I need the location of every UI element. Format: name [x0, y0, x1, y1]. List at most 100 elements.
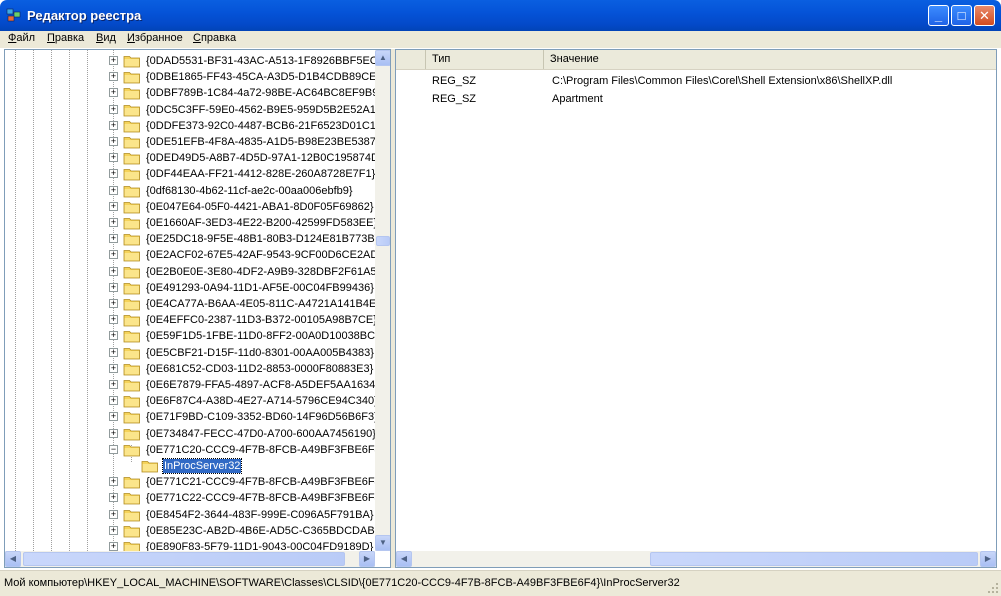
scroll-right-button[interactable]: ▶ [359, 551, 375, 567]
folder-icon [123, 137, 140, 149]
folder-icon [123, 282, 140, 295]
registry-editor-icon [6, 8, 21, 22]
arrow-left-icon: ◀ [400, 554, 408, 563]
close-icon: ✕ [979, 8, 990, 23]
hscroll-thumb[interactable] [650, 552, 978, 566]
expand-icon[interactable]: + [109, 72, 118, 82]
expand-icon[interactable]: + [109, 428, 118, 438]
list-item[interactable]: REG_SZ Apartment [396, 91, 996, 108]
expand-icon[interactable]: + [109, 542, 118, 551]
folder-icon [123, 299, 140, 311]
folder-icon [123, 56, 140, 68]
expand-icon[interactable]: + [109, 88, 118, 98]
tree-vertical-scrollbar[interactable]: ▲ ▼ [375, 50, 390, 551]
expand-icon[interactable]: + [109, 396, 118, 406]
folder-icon [123, 185, 140, 197]
menu-bar: Файл Правка Вид Избранное Справка [0, 31, 1001, 48]
minimize-button[interactable]: _ [928, 5, 949, 26]
folder-icon [123, 363, 140, 376]
tree-pane[interactable]: + {0DAD5531-BF31-43AC-A513-1F8926BBF5EC} +… [4, 49, 391, 568]
tree-node-label: {0E4CA77A-B6AA-4E05-811C-A4721A141B4E} [146, 298, 381, 310]
column-type[interactable]: Тип [426, 50, 544, 69]
arrow-right-icon: ▶ [363, 554, 371, 563]
menu-view[interactable]: Вид [96, 32, 116, 44]
folder-icon [123, 315, 140, 327]
tree-node-label: {0E71F9BD-C109-3352-BD60-14F96D56B6F3} [146, 411, 378, 424]
expand-icon[interactable]: + [109, 282, 118, 292]
tree-node-label: {0E2ACF02-67E5-42AF-9543-9CF00D6CE2AD} [146, 249, 383, 262]
expand-icon[interactable]: + [109, 250, 118, 260]
menu-file[interactable]: Файл [8, 32, 35, 44]
folder-icon [123, 169, 140, 181]
expand-icon[interactable]: + [109, 347, 118, 357]
expand-icon[interactable]: + [109, 509, 118, 519]
tree-node-label: {0DAD5531-BF31-43AC-A513-1F8926BBF5EC} [146, 55, 382, 67]
scroll-left-button[interactable]: ◀ [5, 551, 21, 567]
tree-node-label: {0E771C22-CCC9-4F7B-8FCB-A49BF3FBE6F4} [146, 492, 385, 505]
folder-icon [123, 120, 140, 133]
menu-favorites[interactable]: Избранное [127, 32, 183, 44]
maximize-icon: □ [957, 8, 966, 23]
tree-node-label: {0E59F1D5-1FBE-11D0-8FF2-00A0D10038BC} [146, 330, 379, 343]
folder-icon [123, 104, 140, 116]
maximize-button[interactable]: □ [951, 5, 972, 26]
tree-horizontal-scrollbar[interactable]: ◀ ▶ [5, 551, 375, 567]
tree-node-label: {0E8454F2-3644-483F-999E-C096A5F791BA} [146, 508, 374, 521]
tree-node-label: {0DED49D5-A8B7-4D5D-97A1-12B0C195874D} [146, 152, 383, 165]
expand-icon[interactable]: + [109, 299, 118, 308]
expand-icon[interactable]: + [109, 218, 118, 227]
title-bar[interactable]: Редактор реестра _ □ ✕ [0, 0, 1001, 31]
expand-icon[interactable]: + [109, 137, 118, 146]
expand-icon[interactable]: + [109, 153, 118, 163]
expand-icon[interactable]: + [109, 493, 118, 503]
scroll-up-button[interactable]: ▲ [375, 50, 390, 66]
values-horizontal-scrollbar[interactable]: ◀ ▶ [396, 551, 996, 567]
close-button[interactable]: ✕ [974, 5, 995, 26]
folder-icon [123, 477, 140, 489]
scroll-left-button[interactable]: ◀ [396, 551, 412, 567]
window-title: Редактор реестра [27, 8, 142, 23]
folder-icon [123, 380, 140, 392]
expand-icon[interactable]: + [109, 315, 118, 325]
scroll-right-button[interactable]: ▶ [980, 551, 996, 567]
expand-icon[interactable]: + [109, 56, 118, 65]
tree-node-label: {0DDFE373-92C0-4487-BCB6-21F6523D01C1} [146, 119, 380, 132]
expand-icon[interactable]: + [109, 201, 118, 211]
expand-icon[interactable]: + [109, 185, 118, 195]
column-header: Тип Значение [396, 50, 996, 70]
expand-icon[interactable]: + [109, 412, 118, 422]
expand-icon[interactable]: + [109, 234, 118, 244]
tree-node-label: {0E1660AF-3ED3-4E22-B200-42599FD583EE} [146, 217, 378, 229]
resize-grip-icon[interactable] [987, 582, 999, 594]
scroll-down-button[interactable]: ▼ [375, 535, 390, 551]
column-value[interactable]: Значение [544, 50, 996, 69]
expand-icon[interactable]: + [109, 477, 118, 487]
tree-node-label: {0E2B0E0E-3E80-4DF2-A9B9-328DBF2F61A5} [146, 265, 381, 278]
tree-node-label: InProcServer32 [161, 458, 243, 474]
expand-icon[interactable]: + [109, 266, 118, 276]
folder-icon [123, 428, 140, 440]
expand-icon[interactable]: + [109, 525, 118, 535]
menu-help[interactable]: Справка [193, 32, 236, 44]
tree-node-label: {0E4EFFC0-2387-11D3-B372-00105A98B7CE} [146, 314, 377, 327]
scroll-thumb[interactable] [376, 236, 390, 246]
hscroll-thumb[interactable] [23, 552, 345, 566]
arrow-right-icon: ▶ [984, 554, 992, 563]
list-item[interactable]: REG_SZ C:\Program Files\Common Files\Cor… [396, 73, 996, 90]
expand-icon[interactable]: + [109, 331, 118, 341]
tree-node-label: {0E771C20-CCC9-4F7B-8FCB-A49BF3FBE6F4} [146, 443, 385, 456]
expand-icon[interactable]: + [109, 380, 118, 389]
expand-icon[interactable]: + [109, 120, 118, 130]
expand-icon[interactable]: + [109, 169, 118, 179]
values-pane[interactable]: Тип Значение REG_SZ C:\Program Files\Com… [395, 49, 997, 568]
collapse-icon[interactable]: − [109, 444, 118, 454]
expand-icon[interactable]: + [109, 363, 118, 373]
value-type: REG_SZ [432, 93, 477, 105]
expand-icon[interactable]: + [109, 104, 118, 114]
column-name[interactable] [396, 50, 426, 69]
folder-icon [123, 444, 140, 457]
tree-node-label: {0E85E23C-AB2D-4B6E-AD5C-C365BDCDAB63} [146, 524, 391, 537]
menu-edit[interactable]: Правка [47, 32, 84, 44]
tree-node-label: {0DE51EFB-4F8A-4835-A1D5-B98E23BE5387} [146, 136, 380, 148]
folder-icon [123, 493, 140, 505]
